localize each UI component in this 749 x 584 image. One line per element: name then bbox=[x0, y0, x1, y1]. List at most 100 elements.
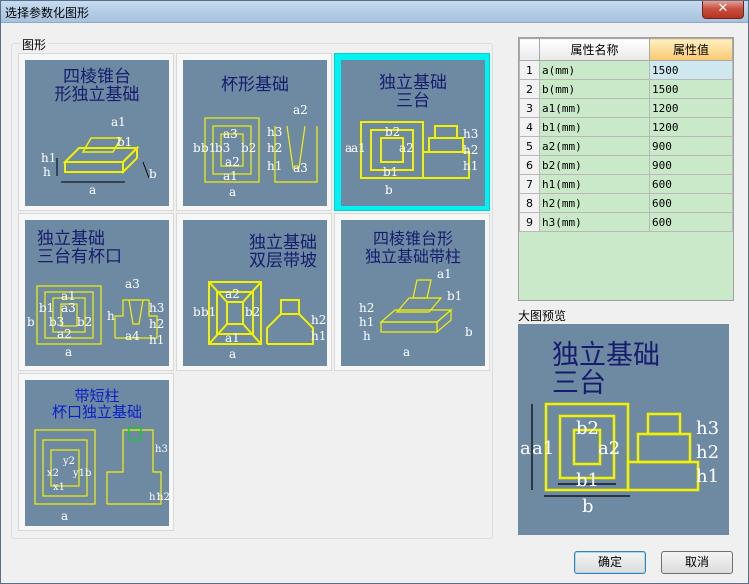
dim-label: h bbox=[43, 165, 51, 179]
shape-thumb-pyramid-with-column[interactable]: 四棱锥台形 独立基础带柱 a1 b1 h2 h1 h b a bbox=[334, 213, 490, 371]
table-row[interactable]: 7 h1(mm) 600 bbox=[519, 174, 734, 194]
shape-thumb-cup-foundation[interactable]: 杯形基础 a2 a3 b3 b2 h3 h2 b b1 a2 a1 h1 a3 … bbox=[176, 53, 332, 211]
dim-label: y1 bbox=[72, 468, 85, 479]
property-value[interactable]: 1500 bbox=[648, 79, 734, 99]
short-column-diagram: x2 y2 x1 y1 b a h3 h1 h2 bbox=[34, 427, 169, 523]
double-slope-diagram: a2 b b1 b2 a1 a h2 h1 bbox=[193, 281, 326, 361]
dim-label: b2 bbox=[385, 125, 400, 139]
table-row[interactable]: 2 b(mm) 1500 bbox=[519, 79, 734, 99]
property-name: h2(mm) bbox=[539, 193, 650, 213]
property-name: h3(mm) bbox=[539, 212, 650, 232]
dim-label: b2 bbox=[241, 141, 256, 155]
row-number: 7 bbox=[519, 174, 540, 194]
thumb-drawing: 独立基础 三台 b2 a2 b1 a1 a b h3 h2 h1 bbox=[341, 60, 485, 206]
table-row[interactable]: 9 h3(mm) 600 bbox=[519, 212, 734, 232]
dim-label: b3 bbox=[215, 141, 230, 155]
three-step-cup-diagram: a3 a1 b1 a3 b b3 b2 a2 a h a4 h3 h2 h1 bbox=[27, 277, 164, 359]
dim-label: y2 bbox=[62, 456, 75, 467]
dim-label: h2 bbox=[157, 492, 169, 503]
table-row[interactable]: 1 a(mm) 1500 bbox=[519, 60, 734, 80]
dim-label: h1 bbox=[463, 159, 478, 173]
dim-label: b2 bbox=[77, 315, 92, 329]
dim-label: h bbox=[107, 309, 115, 323]
dim-label: a2 bbox=[293, 103, 308, 117]
dim-label: x1 bbox=[53, 482, 65, 493]
dim-label: h1 bbox=[267, 159, 282, 173]
dim-label: b1 bbox=[117, 135, 132, 149]
dim-label: b bbox=[85, 468, 91, 479]
property-grid[interactable]: 属性名称 属性值 1 a(mm) 1500 2 b(mm) 1500 3 a1(… bbox=[518, 37, 734, 301]
pyramid-diagram: a1 b1 h1 h a b bbox=[41, 115, 157, 197]
property-value[interactable]: 900 bbox=[648, 155, 734, 175]
dim-label: h2 bbox=[149, 317, 164, 331]
row-number-header bbox=[519, 38, 540, 61]
shape-thumb-three-step-foundation[interactable]: 独立基础 三台 b2 a2 b1 a1 a b h3 h2 h1 bbox=[334, 53, 490, 211]
dim-label: h1 bbox=[149, 333, 164, 347]
ok-button[interactable]: 确定 bbox=[574, 551, 646, 574]
three-step-diagram: b2 a2 b1 a1 a b h3 h2 h1 bbox=[345, 121, 478, 197]
large-preview: 独立基础 三台 b2 a2 a1 a b1 b h3 h2 h1 bbox=[518, 324, 729, 535]
shape-thumb-three-step-cup[interactable]: 独立基础 三台有杯口 a3 a1 b1 a3 b b3 b2 a2 a h a4… bbox=[18, 213, 174, 371]
window-title: 选择参数化图形 bbox=[5, 6, 90, 20]
dim-label: h2 bbox=[696, 442, 719, 463]
table-row[interactable]: 4 b1(mm) 1200 bbox=[519, 117, 734, 137]
table-row[interactable]: 6 b2(mm) 900 bbox=[519, 155, 734, 175]
dim-label: a bbox=[345, 141, 352, 155]
property-name: b2(mm) bbox=[539, 155, 650, 175]
dim-label: h2 bbox=[267, 141, 282, 155]
dim-label: a3 bbox=[125, 277, 140, 291]
table-row[interactable]: 3 a1(mm) 1200 bbox=[519, 98, 734, 118]
dim-label: h3 bbox=[267, 125, 282, 139]
shape-thumb-short-column-cup[interactable]: 带短柱 杯口独立基础 x2 y2 x1 y1 b a h3 h1 h2 bbox=[18, 373, 174, 531]
dim-label: a2 bbox=[225, 155, 240, 169]
property-value[interactable]: 1500 bbox=[648, 60, 734, 80]
shape-thumb-pyramid-foundation[interactable]: 四棱锥台 形独立基础 a1 b1 h1 h a b bbox=[18, 53, 174, 211]
property-value[interactable]: 1200 bbox=[648, 117, 734, 137]
table-row[interactable]: 8 h2(mm) 600 bbox=[519, 193, 734, 213]
cancel-button[interactable]: 取消 bbox=[661, 551, 733, 574]
dim-label: a2 bbox=[57, 327, 72, 341]
row-number: 2 bbox=[519, 79, 540, 99]
property-name: b1(mm) bbox=[539, 117, 650, 137]
property-value[interactable]: 900 bbox=[648, 136, 734, 156]
dim-label: b bbox=[582, 496, 594, 517]
dim-label: a1 bbox=[437, 267, 452, 281]
property-value[interactable]: 600 bbox=[648, 193, 734, 213]
dim-label: a1 bbox=[223, 169, 238, 183]
dim-label: h2 bbox=[463, 143, 478, 157]
row-number: 4 bbox=[519, 117, 540, 137]
dim-label: h3 bbox=[155, 444, 168, 455]
dim-label: h2 bbox=[359, 301, 374, 315]
dim-label: a3 bbox=[61, 301, 76, 315]
preview-label: 大图预览 bbox=[518, 309, 567, 323]
dim-label: b2 bbox=[576, 418, 599, 439]
property-value[interactable]: 600 bbox=[648, 174, 734, 194]
dim-label: h3 bbox=[149, 301, 164, 315]
pyramid-column-diagram: a1 b1 h2 h1 h b a bbox=[359, 267, 473, 359]
property-name: h1(mm) bbox=[539, 174, 650, 194]
dim-label: h bbox=[363, 329, 371, 343]
row-number: 6 bbox=[519, 155, 540, 175]
property-value[interactable]: 600 bbox=[648, 212, 734, 232]
dim-label: a2 bbox=[399, 141, 414, 155]
property-table: 属性名称 属性值 1 a(mm) 1500 2 b(mm) 1500 3 a1(… bbox=[519, 38, 734, 232]
dim-label: h3 bbox=[696, 418, 719, 439]
dim-label: a bbox=[65, 345, 72, 359]
dim-label: h2 bbox=[311, 313, 326, 327]
close-button[interactable]: ✕ bbox=[702, 1, 744, 19]
preview-title: 独立基础 三台 bbox=[552, 340, 660, 399]
dim-label: a4 bbox=[125, 329, 140, 343]
row-number: 8 bbox=[519, 193, 540, 213]
title-bar[interactable]: 选择参数化图形 ✕ bbox=[1, 1, 748, 23]
shape-thumb-double-slope[interactable]: 独立基础 双层带坡 a2 b b1 b2 a1 a h2 h1 bbox=[176, 213, 332, 371]
dim-label: h1 bbox=[41, 151, 56, 165]
dim-label: b1 bbox=[383, 165, 398, 179]
dim-label: a bbox=[520, 438, 531, 459]
table-row[interactable]: 5 a2(mm) 900 bbox=[519, 136, 734, 156]
thumb-drawing: 杯形基础 a2 a3 b3 b2 h3 h2 b b1 a2 a1 h1 a3 … bbox=[183, 60, 327, 206]
dim-label: a3 bbox=[293, 161, 308, 175]
property-value[interactable]: 1200 bbox=[648, 98, 734, 118]
thumb-drawing: 带短柱 杯口独立基础 x2 y2 x1 y1 b a h3 h1 h2 bbox=[25, 380, 169, 526]
dim-label: a bbox=[229, 347, 236, 361]
dim-label: b bbox=[465, 325, 473, 339]
